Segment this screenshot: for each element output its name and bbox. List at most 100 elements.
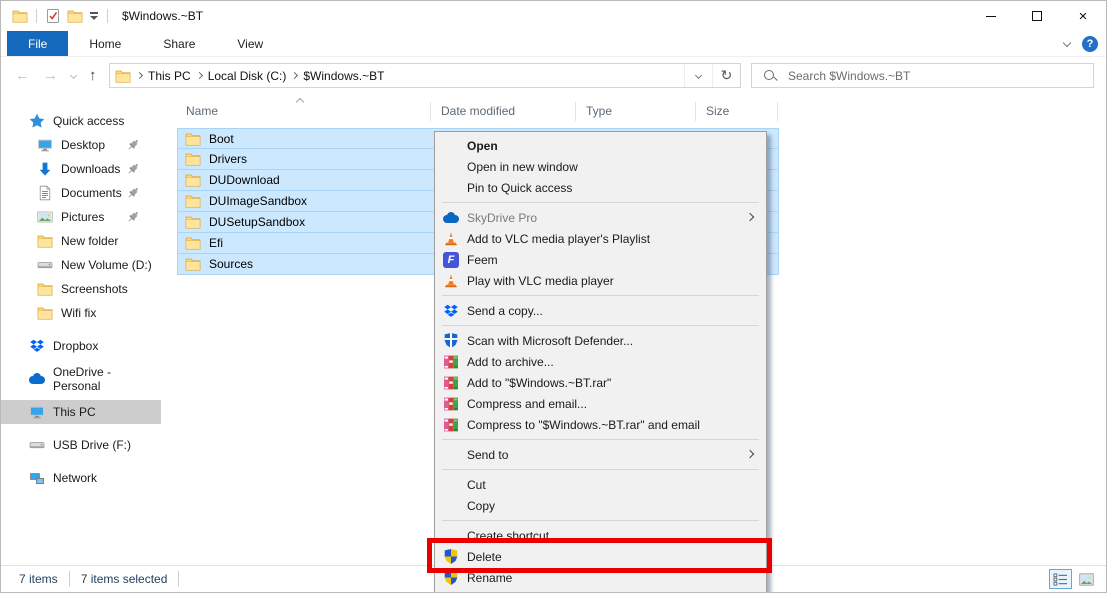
context-menu-separator xyxy=(442,325,759,326)
search-input[interactable] xyxy=(786,68,1093,84)
vlc-cone-icon xyxy=(443,231,459,247)
tab-home[interactable]: Home xyxy=(68,31,142,56)
context-menu-item-label: Feem xyxy=(467,253,498,267)
breadcrumb-segment-windows-bt[interactable]: $Windows.~BT xyxy=(299,69,388,83)
column-header-date-modified[interactable]: Date modified xyxy=(441,104,515,118)
context-menu-item-send-to[interactable]: Send to xyxy=(435,444,766,465)
pin-icon xyxy=(125,209,141,225)
breadcrumb-segment-local-disk-c[interactable]: Local Disk (C:) xyxy=(204,69,291,83)
back-icon[interactable]: ← xyxy=(15,67,30,84)
column-divider[interactable] xyxy=(575,102,576,121)
breadcrumb-chevron-icon[interactable] xyxy=(291,72,298,79)
context-menu-item-open-in-new-window[interactable]: Open in new window xyxy=(435,156,766,177)
tab-share[interactable]: Share xyxy=(142,31,216,56)
folder-icon xyxy=(37,305,53,321)
help-icon[interactable]: ? xyxy=(1082,36,1098,52)
context-menu-item-label: Send to xyxy=(467,448,508,462)
sidebar-item-label: Downloads xyxy=(61,162,120,176)
address-dropdown-button[interactable] xyxy=(684,64,712,87)
history-dropdown-icon[interactable] xyxy=(70,72,77,79)
context-menu-item-compress-and-email[interactable]: Compress and email... xyxy=(435,393,766,414)
breadcrumb-chevron-icon[interactable] xyxy=(136,72,143,79)
sidebar-item-usb-drive-f[interactable]: USB Drive (F:) xyxy=(1,433,161,457)
folder-icon[interactable] xyxy=(67,8,83,24)
sidebar-item-downloads[interactable]: Downloads xyxy=(1,157,161,181)
sidebar-item-network[interactable]: Network xyxy=(1,466,161,490)
sort-ascending-icon[interactable] xyxy=(296,98,304,106)
context-menu-item-feem[interactable]: Feem xyxy=(435,249,766,270)
context-menu-item-rename[interactable]: Rename xyxy=(435,567,766,588)
context-menu-item-cut[interactable]: Cut xyxy=(435,474,766,495)
close-button[interactable]: × xyxy=(1060,1,1106,31)
feem-icon xyxy=(443,252,459,268)
sidebar-item-new-folder[interactable]: New folder xyxy=(1,229,161,253)
context-menu-item-create-shortcut[interactable]: Create shortcut xyxy=(435,525,766,546)
column-divider[interactable] xyxy=(695,102,696,121)
sidebar-item-pictures[interactable]: Pictures xyxy=(1,205,161,229)
context-menu-separator xyxy=(442,295,759,296)
context-menu-item-label: Open xyxy=(467,139,498,153)
minimize-button[interactable] xyxy=(968,1,1014,31)
column-header-size[interactable]: Size xyxy=(706,104,729,118)
dropbox-icon xyxy=(443,303,459,319)
context-menu-item-label: Copy xyxy=(467,499,495,513)
refresh-button[interactable]: ↻ xyxy=(712,64,740,87)
star-icon xyxy=(29,113,45,129)
context-menu-item-copy[interactable]: Copy xyxy=(435,495,766,516)
tab-file[interactable]: File xyxy=(7,31,68,56)
winrar-icon xyxy=(443,354,459,370)
context-menu-item-delete[interactable]: Delete xyxy=(435,546,766,567)
column-header-type[interactable]: Type xyxy=(586,104,612,118)
address-bar[interactable]: This PC Local Disk (C:) $Windows.~BT ↻ xyxy=(109,63,741,88)
sidebar-item-documents[interactable]: Documents xyxy=(1,181,161,205)
expand-ribbon-chevron-icon[interactable] xyxy=(1063,38,1071,46)
ribbon-right-controls: ? xyxy=(1064,31,1098,57)
context-menu-item-label: Send a copy... xyxy=(467,304,543,318)
column-divider[interactable] xyxy=(430,102,431,121)
context-menu-item-label: Compress to "$Windows.~BT.rar" and email xyxy=(467,418,700,432)
context-menu-item-compress-to-windows-bt-rar-and-email[interactable]: Compress to "$Windows.~BT.rar" and email xyxy=(435,414,766,435)
breadcrumb-segment-this-pc[interactable]: This PC xyxy=(144,69,195,83)
properties-check-icon[interactable] xyxy=(45,8,61,24)
toolbar-dropdown-icon[interactable] xyxy=(90,12,98,20)
thumbnails-view-button[interactable] xyxy=(1075,569,1098,589)
context-menu-item-label: Create shortcut xyxy=(467,529,549,543)
sidebar-item-screenshots[interactable]: Screenshots xyxy=(1,277,161,301)
context-menu-item-send-a-copy[interactable]: Send a copy... xyxy=(435,300,766,321)
sidebar-item-new-volume-d[interactable]: New Volume (D:) xyxy=(1,253,161,277)
sidebar-item-onedrive-personal[interactable]: OneDrive - Personal xyxy=(1,367,161,391)
sidebar-item-quick-access[interactable]: Quick access xyxy=(1,109,161,133)
folder-icon xyxy=(185,151,201,167)
file-name: Drivers xyxy=(209,152,247,166)
status-divider xyxy=(178,571,179,587)
column-header-name[interactable]: Name xyxy=(186,104,218,118)
drive-icon xyxy=(29,437,45,453)
minimize-icon xyxy=(986,16,996,17)
up-icon[interactable]: ↑ xyxy=(89,67,97,84)
forward-icon[interactable]: → xyxy=(43,67,58,84)
breadcrumb-chevron-icon[interactable] xyxy=(196,72,203,79)
context-menu-item-open[interactable]: Open xyxy=(435,135,766,156)
quick-access-toolbar xyxy=(9,8,113,24)
sidebar-item-dropbox[interactable]: Dropbox xyxy=(1,334,161,358)
context-menu-item-add-to-vlc-media-player-s-playlist[interactable]: Add to VLC media player's Playlist xyxy=(435,228,766,249)
sidebar-item-this-pc[interactable]: This PC xyxy=(1,400,161,424)
context-menu-item-pin-to-quick-access[interactable]: Pin to Quick access xyxy=(435,177,766,198)
details-view-button[interactable] xyxy=(1049,569,1072,589)
sidebar-item-desktop[interactable]: Desktop xyxy=(1,133,161,157)
context-menu-item-add-to-archive[interactable]: Add to archive... xyxy=(435,351,766,372)
maximize-button[interactable] xyxy=(1014,1,1060,31)
sidebar-item-wifi-fix[interactable]: Wifi fix xyxy=(1,301,161,325)
context-menu-item-skydrive-pro[interactable]: SkyDrive Pro xyxy=(435,207,766,228)
explorer-window: $Windows.~BT × FileHomeShareView ? ← → ↑… xyxy=(0,0,1107,593)
column-divider[interactable] xyxy=(777,102,778,121)
selected-count: 7 items selected xyxy=(81,572,168,586)
tab-view[interactable]: View xyxy=(216,31,284,56)
folder-icon xyxy=(185,256,201,272)
context-menu-item-scan-with-microsoft-defender[interactable]: Scan with Microsoft Defender... xyxy=(435,330,766,351)
file-name: Efi xyxy=(209,236,223,250)
context-menu-item-add-to-windows-bt-rar[interactable]: Add to "$Windows.~BT.rar" xyxy=(435,372,766,393)
context-menu-item-play-with-vlc-media-player[interactable]: Play with VLC media player xyxy=(435,270,766,291)
context-menu-separator xyxy=(442,202,759,203)
sidebar-item-label: Dropbox xyxy=(53,339,98,353)
